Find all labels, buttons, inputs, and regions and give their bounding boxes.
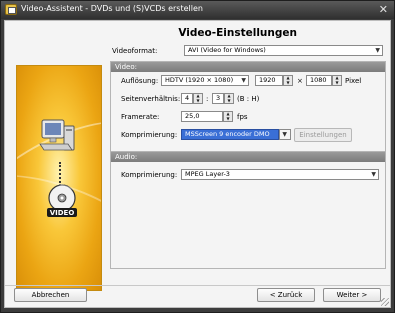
video-disc-icon: VIDEO [47, 184, 77, 217]
footer-divider [5, 285, 390, 286]
resolution-label: Auflösung: [121, 77, 159, 85]
settings-button[interactable]: Einstellungen [294, 128, 352, 142]
chevron-down-icon: ▼ [241, 77, 246, 84]
times-sign: × [297, 77, 303, 85]
pixel-label: Pixel [345, 77, 362, 85]
videoformat-dropdown[interactable]: AVI (Video for Windows) ▼ [184, 45, 383, 56]
aspect-height-stepper[interactable]: ▲ ▼ [224, 93, 234, 104]
aspect-ratio-label: Seitenverhältnis: [121, 95, 181, 103]
video-group: Video: Auflösung: HDTV (1920 × 1080) ▼ 1… [110, 61, 386, 164]
chevron-down-icon: ▼ [375, 47, 380, 54]
chevron-down-icon: ▼ [371, 171, 376, 178]
disc-label: VIDEO [50, 209, 75, 217]
window-title: Video-Assistent - DVDs und (S)VCDs erste… [21, 4, 203, 13]
back-button[interactable]: < Zurück [257, 288, 315, 302]
dialog-client-area: Video-Einstellungen VIDEO Videoformat: A… [4, 20, 391, 308]
title-bar[interactable]: Video-Assistent - DVDs und (S)VCDs erste… [1, 1, 394, 19]
aspect-height-field[interactable]: 3 [212, 93, 224, 104]
audio-compression-value: MPEG Layer-3 [185, 170, 230, 178]
down-arrow-icon[interactable]: ▼ [194, 99, 202, 103]
wizard-window: Video-Assistent - DVDs und (S)VCDs erste… [0, 0, 395, 313]
wizard-banner: VIDEO [16, 65, 102, 291]
down-arrow-icon[interactable]: ▼ [225, 99, 233, 103]
videoformat-value: AVI (Video for Windows) [188, 46, 266, 54]
audio-group-header: Audio: [111, 152, 385, 162]
video-compression-dropdown[interactable]: MSScreen 9 encoder DMO [181, 129, 279, 140]
video-compression-label: Komprimierung: [121, 131, 178, 139]
resolution-value: HDTV (1920 × 1080) [165, 76, 234, 84]
width-field[interactable]: 1920 [255, 75, 283, 86]
connector-dots [59, 162, 61, 186]
aspect-width-field[interactable]: 4 [181, 93, 193, 104]
aspect-width-stepper[interactable]: ▲ ▼ [193, 93, 203, 104]
aspect-hint: (B : H) [237, 95, 260, 103]
framerate-field[interactable]: 25,0 [181, 111, 223, 122]
aspect-colon: : [206, 95, 209, 103]
video-compression-value: MSScreen 9 encoder DMO [185, 130, 270, 138]
framerate-label: Framerate: [121, 113, 160, 121]
video-compression-dropdown-button[interactable]: ▼ [279, 129, 291, 140]
audio-compression-dropdown[interactable]: MPEG Layer-3 ▼ [181, 169, 379, 180]
resize-grip[interactable] [381, 298, 389, 306]
chevron-down-icon: ▼ [282, 131, 287, 138]
audio-group: Audio: Komprimierung: MPEG Layer-3 ▼ [110, 151, 386, 269]
width-stepper[interactable]: ▲ ▼ [283, 75, 293, 86]
videoformat-label: Videoformat: [112, 47, 158, 55]
height-stepper[interactable]: ▲ ▼ [332, 75, 342, 86]
computer-icon [39, 119, 75, 151]
next-button[interactable]: Weiter > [323, 288, 381, 302]
down-arrow-icon[interactable]: ▼ [224, 117, 232, 121]
page-title: Video-Einstellungen [178, 27, 297, 39]
framerate-stepper[interactable]: ▲ ▼ [223, 111, 233, 122]
video-group-header: Video: [111, 62, 385, 72]
down-arrow-icon[interactable]: ▼ [333, 81, 341, 85]
cancel-button[interactable]: Abbrechen [14, 288, 87, 302]
resolution-dropdown[interactable]: HDTV (1920 × 1080) ▼ [161, 75, 249, 86]
close-icon[interactable]: ✕ [379, 3, 388, 16]
height-field[interactable]: 1080 [306, 75, 332, 86]
down-arrow-icon[interactable]: ▼ [284, 81, 292, 85]
app-icon [5, 4, 17, 15]
audio-compression-label: Komprimierung: [121, 171, 178, 179]
fps-label: fps [237, 113, 248, 121]
